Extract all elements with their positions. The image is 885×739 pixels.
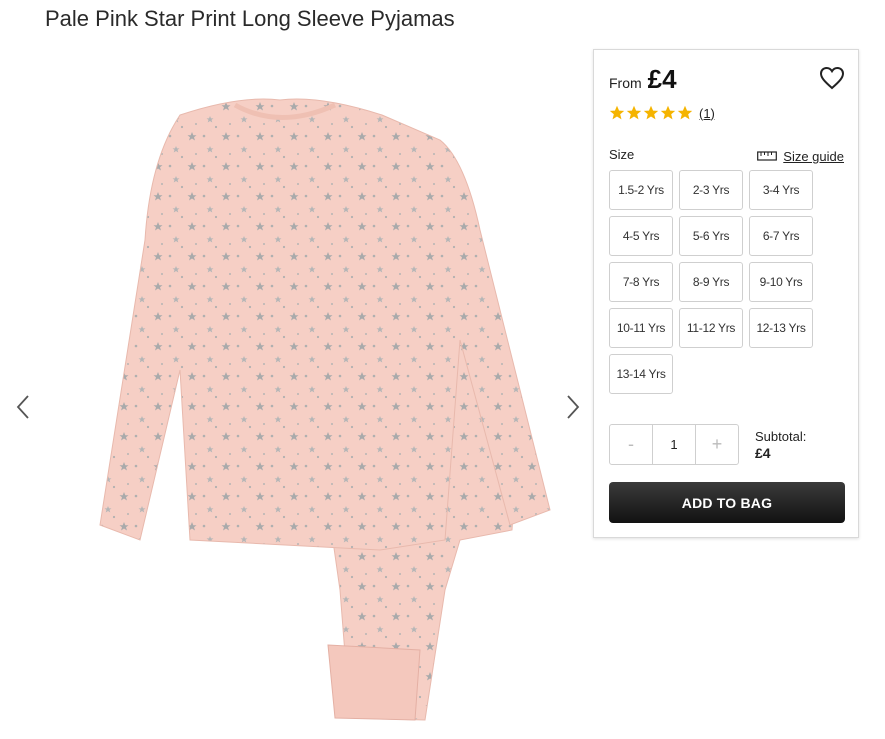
ruler-icon <box>757 149 778 164</box>
product-image <box>99 98 551 721</box>
star-rating: (1) <box>609 105 715 121</box>
subtotal-value: £4 <box>755 445 771 461</box>
add-to-bag-button[interactable]: ADD TO BAG <box>609 482 845 523</box>
size-option[interactable]: 5-6 Yrs <box>679 216 743 256</box>
size-option[interactable]: 6-7 Yrs <box>749 216 813 256</box>
size-option[interactable]: 13-14 Yrs <box>609 354 673 394</box>
subtotal: Subtotal: £4 <box>755 428 806 462</box>
quantity-input[interactable]: 1 <box>652 425 696 464</box>
heart-icon[interactable] <box>818 64 846 92</box>
star-icon <box>660 105 676 120</box>
size-option[interactable]: 2-3 Yrs <box>679 170 743 210</box>
subtotal-label: Subtotal: <box>755 429 807 444</box>
star-icon <box>643 105 659 120</box>
size-option[interactable]: 1.5-2 Yrs <box>609 170 673 210</box>
size-option[interactable]: 8-9 Yrs <box>679 262 743 302</box>
size-option[interactable]: 3-4 Yrs <box>749 170 813 210</box>
quantity-decrease-button[interactable]: - <box>610 425 652 464</box>
size-option[interactable]: 4-5 Yrs <box>609 216 673 256</box>
review-count-link[interactable]: (1) <box>699 106 715 121</box>
size-guide-label: Size guide <box>783 149 844 164</box>
product-gallery <box>0 50 590 739</box>
page-title: Pale Pink Star Print Long Sleeve Pyjamas <box>45 6 455 31</box>
size-option[interactable]: 11-12 Yrs <box>679 308 743 348</box>
chevron-left-icon[interactable] <box>12 390 36 424</box>
size-option[interactable]: 7-8 Yrs <box>609 262 673 302</box>
star-icon <box>677 105 693 120</box>
quantity-increase-button[interactable]: + <box>696 425 738 464</box>
star-icon <box>626 105 642 120</box>
chevron-right-icon[interactable] <box>560 390 584 424</box>
rating-stars <box>609 105 694 121</box>
price-row: From £4 <box>609 64 677 95</box>
size-guide-link[interactable]: Size guide <box>757 149 844 164</box>
quantity-stepper: - 1 + <box>609 424 739 465</box>
purchase-panel: From £4 (1) Size Size guide 1.5-2 Yrs 2-3… <box>593 49 859 538</box>
star-icon <box>609 105 625 120</box>
size-option[interactable]: 12-13 Yrs <box>749 308 813 348</box>
price: £4 <box>647 64 677 94</box>
size-option[interactable]: 9-10 Yrs <box>749 262 813 302</box>
from-label: From <box>609 75 642 91</box>
size-label: Size <box>609 147 635 162</box>
size-option[interactable]: 10-11 Yrs <box>609 308 673 348</box>
